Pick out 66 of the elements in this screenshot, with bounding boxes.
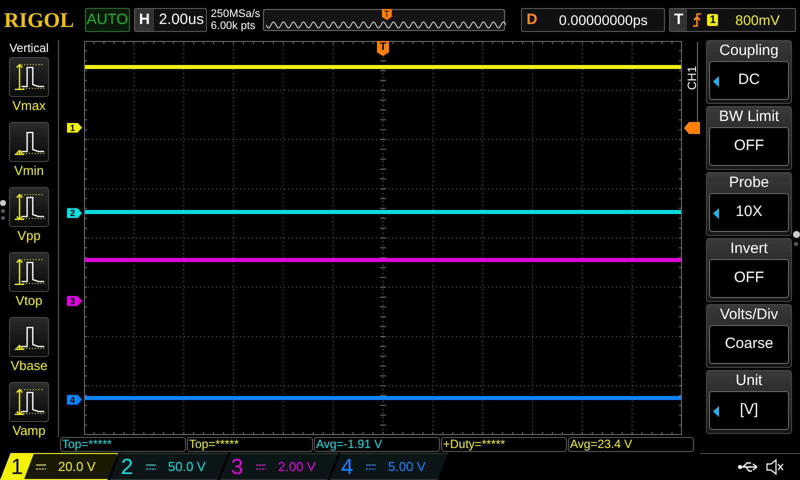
menu-item-value: DC	[738, 70, 760, 90]
brand-logo: RIGOL	[4, 10, 76, 30]
measurement-button[interactable]: Vbase	[5, 317, 53, 377]
measurement-result: Top=*****	[187, 437, 313, 452]
channel-marker[interactable]: 1	[67, 122, 82, 133]
dc-coupling-icon	[256, 462, 266, 470]
menu-item-value: Coarse	[724, 334, 774, 354]
channel-tab[interactable]: 1 20.0 V	[0, 453, 118, 480]
memory-depth: 6.00k pts	[210, 20, 256, 32]
menu-item-panel[interactable]: Unit [V]	[706, 370, 792, 434]
measurement-button[interactable]: Vmax	[5, 57, 53, 117]
rising-edge-icon	[692, 13, 702, 27]
sample-rate: 250MSa/s	[210, 8, 259, 20]
left-arrow-icon	[713, 208, 719, 219]
measurement-result: Avg=23.4 V	[568, 437, 694, 452]
channel-marker[interactable]: 4	[67, 394, 82, 405]
measurement-button[interactable]: Vmin	[5, 122, 53, 182]
pulse-measure-icon	[9, 187, 49, 227]
dc-coupling-icon	[366, 462, 376, 470]
channel-marker[interactable]: 3	[67, 296, 82, 306]
left-arrow-icon	[713, 76, 719, 87]
menu-item-value: OFF	[734, 268, 764, 288]
delay-display[interactable]: D 0.00000000ps	[520, 8, 666, 32]
speaker-muted-icon	[766, 459, 784, 475]
dc-coupling-icon	[146, 462, 156, 470]
menu-item-panel[interactable]: Invert OFF	[706, 238, 792, 302]
measurement-button[interactable]: Vpp	[5, 187, 53, 247]
measurement-result: Top=*****	[60, 437, 186, 452]
timebase-label: H	[134, 9, 154, 31]
menu-item-panel[interactable]: Coupling DC	[706, 40, 792, 104]
trigger-level-marker	[684, 122, 700, 134]
timebase-value: 2.00us	[158, 10, 204, 30]
pulse-measure-icon	[9, 57, 49, 97]
pulse-measure-icon	[9, 122, 49, 162]
pulse-measure-icon	[9, 317, 49, 357]
measurement-result: Avg=-1.91 V	[314, 437, 440, 452]
delay-value: 0.00000000ps	[558, 10, 649, 30]
channel-tab[interactable]: 2 50.0 V	[110, 453, 228, 480]
trigger-label: T	[670, 9, 688, 31]
measurement-button[interactable]: Vtop	[5, 252, 53, 312]
measurement-button[interactable]: Vamp	[5, 382, 53, 442]
channel-tab[interactable]: 4 5.00 V	[330, 453, 448, 480]
timebase-display[interactable]: H 2.00us	[134, 8, 207, 32]
measurement-result: +Duty=*****	[441, 437, 567, 452]
trigger-source-badge: 1	[707, 14, 718, 26]
menu-item-panel[interactable]: Probe 10X	[706, 172, 792, 236]
trigger-position-marker: T	[382, 9, 392, 20]
trigger-display[interactable]: T 1 800mV	[669, 8, 796, 32]
menu-item-value: 10X	[736, 202, 762, 222]
usb-icon	[738, 461, 760, 473]
channel-marker[interactable]: 2	[67, 208, 82, 218]
dc-coupling-icon	[36, 462, 46, 470]
pulse-measure-icon	[9, 252, 49, 292]
delay-label: D	[526, 10, 538, 30]
trigger-position-marker[interactable]: T	[377, 41, 389, 56]
menu-title: Vertical	[9, 40, 49, 56]
left-arrow-icon	[713, 406, 719, 417]
channel-label: CH1	[686, 66, 698, 90]
channel-tab[interactable]: 3 2.00 V	[220, 453, 338, 480]
menu-item-value: [V]	[740, 400, 758, 420]
menu-item-panel[interactable]: Volts/Div Coarse	[706, 304, 792, 368]
trigger-level: 800mV	[734, 10, 780, 30]
menu-item-value: OFF	[734, 136, 764, 156]
pulse-measure-icon	[9, 382, 49, 422]
menu-item-panel[interactable]: BW Limit OFF	[706, 106, 792, 170]
run-status-indicator: AUTO	[84, 8, 130, 32]
